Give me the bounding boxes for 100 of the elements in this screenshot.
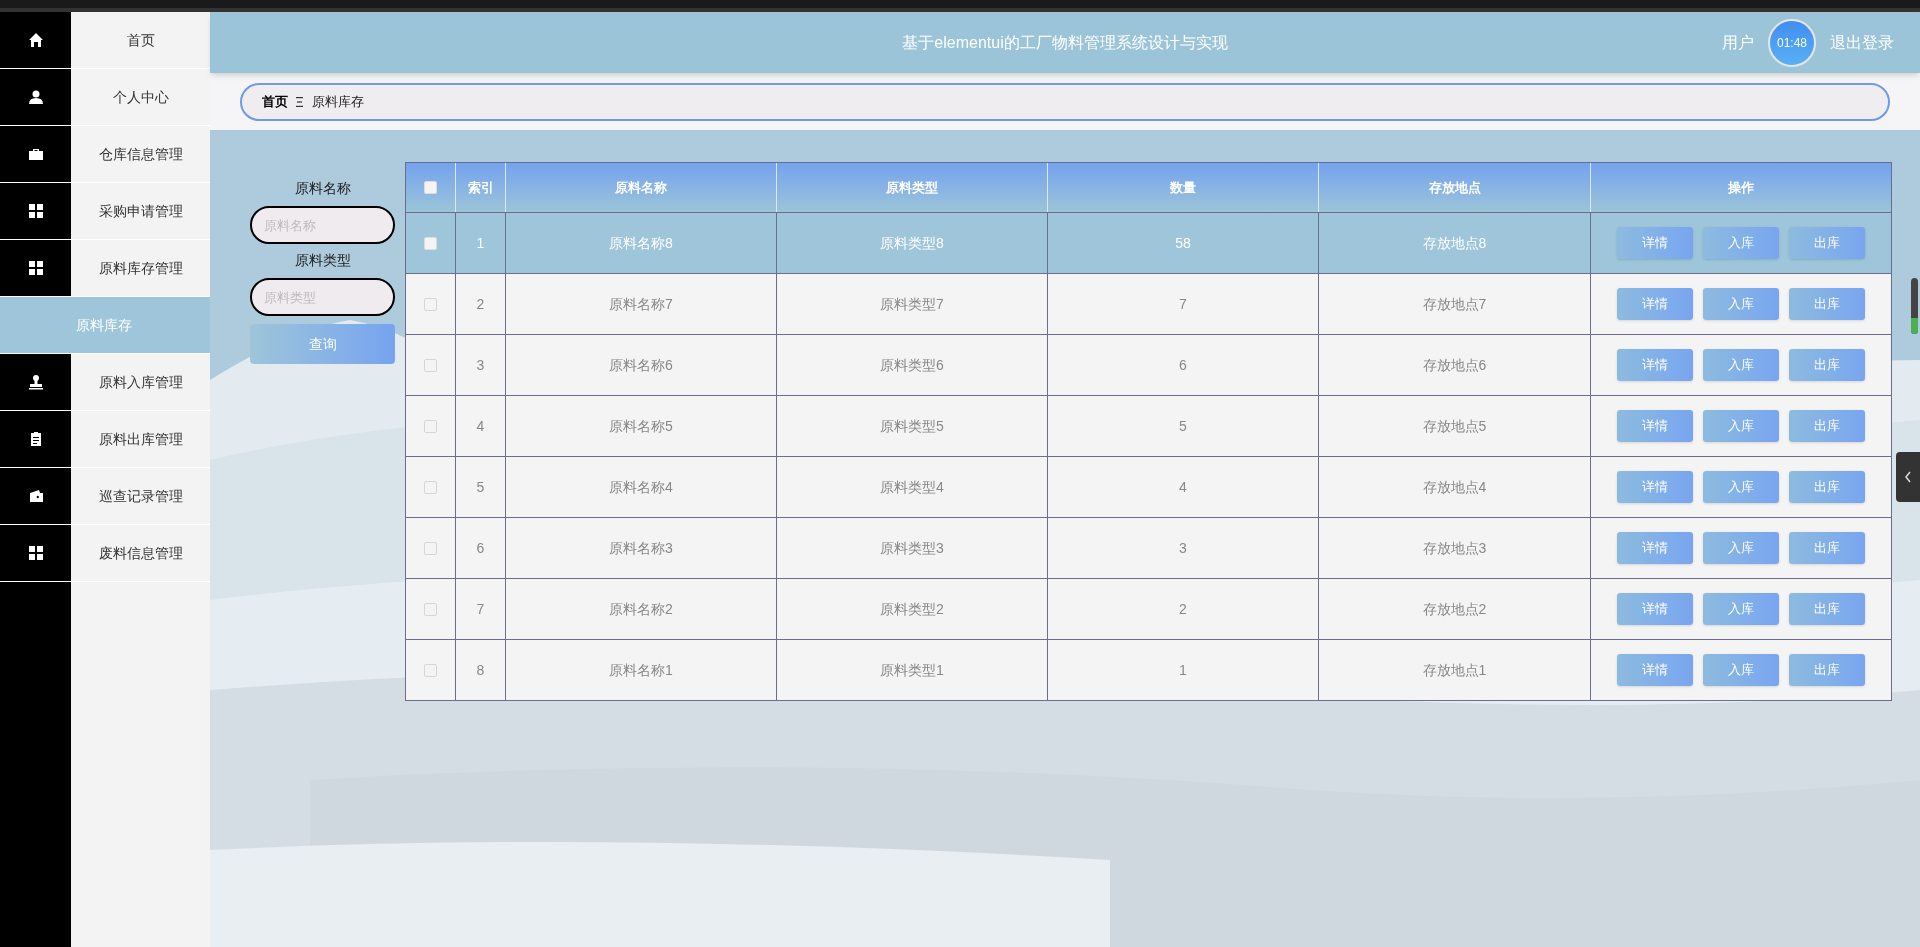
table-cell-text: 3 [476, 355, 485, 375]
table-cell-text: 原料名称3 [609, 538, 673, 558]
action-button[interactable]: 出库 [1789, 471, 1865, 503]
wallet-icon [27, 488, 44, 504]
system-title: 基于elementui的工厂物料管理系统设计与实现 [902, 32, 1228, 53]
table-cell-text: 2 [1179, 599, 1187, 619]
table-cell-text: 3 [1179, 538, 1187, 558]
action-button[interactable]: 出库 [1789, 654, 1865, 686]
table-cell-text: 存放地点8 [1422, 233, 1487, 253]
table-cell-text: 原料名称5 [609, 416, 673, 436]
table-cell-text: 原料名称8 [609, 233, 673, 253]
collapse-tab[interactable] [1896, 452, 1920, 502]
action-button[interactable]: 入库 [1703, 288, 1779, 320]
table-cell-text: 原料类型2 [880, 599, 944, 619]
checkbox[interactable] [424, 602, 437, 616]
table-cell-text: 原料类型5 [880, 416, 944, 436]
table-row[interactable]: 3 原料名称6 原料类型6 6 存放地点6 详情 入库 出库 [406, 334, 1891, 395]
table-cell-text: 原料名称1 [609, 660, 673, 680]
table-cell-text: 存放地点3 [1422, 538, 1487, 558]
action-button[interactable]: 详情 [1617, 227, 1693, 259]
scroll-indicator [1911, 278, 1918, 334]
table-cell-text: 5 [1179, 416, 1187, 436]
checkbox[interactable] [424, 541, 437, 555]
action-button[interactable]: 出库 [1789, 288, 1865, 320]
home-icon [27, 32, 44, 48]
action-button[interactable]: 详情 [1617, 471, 1693, 503]
logout-link[interactable]: 退出登录 [1830, 30, 1894, 55]
search-button[interactable]: 查询 [250, 324, 395, 364]
field-label: 原料名称 [294, 178, 351, 198]
action-button[interactable]: 出库 [1789, 349, 1865, 381]
table-row[interactable]: 6 原料名称3 原料类型3 3 存放地点3 详情 入库 出库 [406, 517, 1891, 578]
table-row[interactable]: 5 原料名称4 原料类型4 4 存放地点4 详情 入库 出库 [406, 456, 1891, 517]
table-cell-text: 存放地点5 [1422, 416, 1487, 436]
chevron-left-icon [1904, 471, 1912, 483]
table-row[interactable]: 1 原料名称8 原料类型8 58 存放地点8 详情 入库 出库 [406, 212, 1891, 273]
table-cell-text: 5 [476, 477, 485, 497]
table-cell-text: 4 [1179, 477, 1187, 497]
table-cell-text: 原料名称4 [609, 477, 673, 497]
checkbox[interactable] [424, 297, 437, 311]
table-cell-text: 存放地点6 [1422, 355, 1487, 375]
action-button[interactable]: 出库 [1789, 410, 1865, 442]
table-cell-text: 4 [476, 416, 485, 436]
breadcrumb-current: 原料库存 [312, 92, 364, 111]
table-row[interactable]: 7 原料名称2 原料类型2 2 存放地点2 详情 入库 出库 [406, 578, 1891, 639]
action-button[interactable]: 入库 [1703, 593, 1779, 625]
action-button[interactable]: 出库 [1789, 593, 1865, 625]
action-button[interactable]: 详情 [1617, 654, 1693, 686]
user-label[interactable]: 用户 [1722, 30, 1754, 55]
table-cell-text: 存放地点4 [1422, 477, 1487, 497]
table-cell-text: 原料名称6 [609, 355, 673, 375]
table-cell-text: 原料名称7 [609, 294, 673, 314]
checkbox[interactable] [424, 181, 437, 194]
table-cell-text: 1 [1179, 660, 1187, 680]
table-cell-text: 8 [476, 660, 485, 680]
action-button[interactable]: 入库 [1703, 471, 1779, 503]
action-button[interactable]: 出库 [1789, 532, 1865, 564]
table-cell-text: 原料类型4 [880, 477, 944, 497]
table-cell-text: 原料名称2 [609, 599, 673, 619]
table-cell-text: 58 [1175, 233, 1191, 253]
action-button[interactable]: 入库 [1703, 227, 1779, 259]
timer-badge: 01:48 [1768, 18, 1816, 67]
column-header: 操作 [1727, 178, 1755, 197]
table-cell-text: 存放地点7 [1422, 294, 1487, 314]
sidebar-item[interactable]: 原料库存 [0, 297, 210, 354]
table-cell-text: 6 [476, 538, 485, 558]
separator-icon [296, 96, 304, 107]
user-icon [27, 89, 44, 105]
checkbox[interactable] [424, 236, 437, 250]
checkbox[interactable] [424, 358, 437, 372]
grid-icon [27, 260, 44, 276]
checkbox[interactable] [424, 480, 437, 494]
action-button[interactable]: 详情 [1617, 288, 1693, 320]
table-cell-text: 7 [476, 599, 485, 619]
table-cell-text: 6 [1179, 355, 1187, 375]
action-button[interactable]: 详情 [1617, 410, 1693, 442]
table-row[interactable]: 2 原料名称7 原料类型7 7 存放地点7 详情 入库 出库 [406, 273, 1891, 334]
table-row[interactable]: 4 原料名称5 原料类型5 5 存放地点5 详情 入库 出库 [406, 395, 1891, 456]
action-button[interactable]: 入库 [1703, 532, 1779, 564]
table-cell-text: 7 [1179, 294, 1187, 314]
table-cell-text: 原料类型8 [880, 233, 944, 253]
checkbox[interactable] [424, 663, 437, 677]
field-label: 原料类型 [294, 250, 351, 270]
table-cell-text: 原料类型1 [880, 660, 944, 680]
action-button[interactable]: 入库 [1703, 349, 1779, 381]
briefcase-icon [27, 146, 44, 162]
checkbox[interactable] [424, 419, 437, 433]
action-button[interactable]: 入库 [1703, 654, 1779, 686]
table-cell-text: 1 [476, 233, 485, 253]
table-cell-text: 原料类型7 [880, 294, 944, 314]
grid-icon [27, 545, 44, 561]
table-cell-text: 原料类型3 [880, 538, 944, 558]
table-cell-text: 存放地点1 [1422, 660, 1487, 680]
action-button[interactable]: 入库 [1703, 410, 1779, 442]
breadcrumb-link[interactable]: 首页 [262, 91, 288, 112]
action-button[interactable]: 出库 [1789, 227, 1865, 259]
action-button[interactable]: 详情 [1617, 532, 1693, 564]
table-row[interactable]: 8 原料名称1 原料类型1 1 存放地点1 详情 入库 出库 [406, 639, 1891, 700]
action-button[interactable]: 详情 [1617, 349, 1693, 381]
grid-icon [27, 203, 44, 219]
action-button[interactable]: 详情 [1617, 593, 1693, 625]
